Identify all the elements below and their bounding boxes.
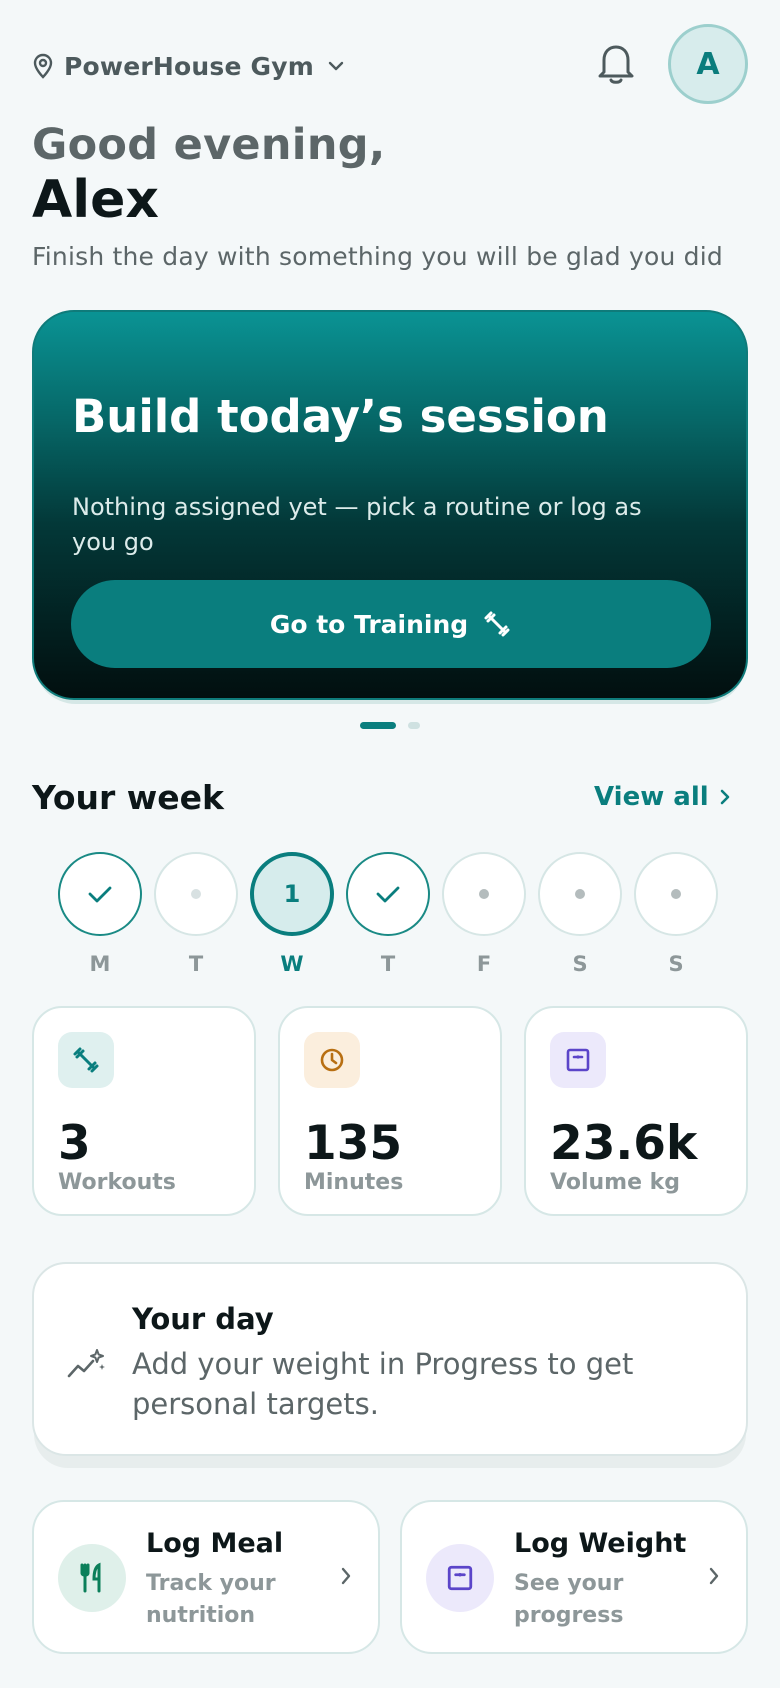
go-to-training-label: Go to Training <box>269 609 469 639</box>
day-label: M <box>89 952 111 976</box>
view-all-link[interactable]: View all <box>594 782 731 812</box>
fork-knife-icon <box>80 1562 101 1593</box>
day-circle[interactable] <box>634 852 718 936</box>
avatar[interactable]: A <box>668 24 748 104</box>
day-label: F <box>476 952 492 976</box>
greeting-subtitle: Finish the day with something you will b… <box>32 242 723 271</box>
day-circle[interactable] <box>538 852 622 936</box>
day-label: T <box>380 952 396 976</box>
gym-name: PowerHouse Gym <box>64 51 314 81</box>
day-circle[interactable] <box>442 852 526 936</box>
your-day-card[interactable]: Your day Add your weight in Progress to … <box>32 1262 748 1456</box>
day-circle[interactable] <box>58 852 142 936</box>
stat-icon-box <box>304 1032 360 1088</box>
hero-card: Build today’s session Nothing assigned y… <box>32 310 748 700</box>
scale-icon <box>447 1565 473 1591</box>
user-name: Alex <box>32 170 159 230</box>
your-day-text: Add your weight in Progress to get perso… <box>132 1347 634 1421</box>
day-friday[interactable]: F <box>442 852 526 976</box>
day-sunday[interactable]: S <box>634 852 718 976</box>
action-title: Log Meal <box>146 1528 284 1559</box>
stat-icon-box <box>58 1032 114 1088</box>
clock-icon <box>320 1048 344 1072</box>
hero-description: Nothing assigned yet — pick a routine or… <box>72 493 642 556</box>
day-label-today: W <box>280 952 304 976</box>
stat-label: Workouts <box>58 1170 176 1195</box>
location-pin-icon <box>33 53 53 79</box>
stat-card-volume[interactable]: 23.6k Volume kg <box>524 1006 748 1216</box>
your-day-title: Your day <box>132 1302 274 1336</box>
check-icon <box>88 886 112 903</box>
day-pip <box>479 889 489 899</box>
chevron-right-icon <box>709 1567 719 1585</box>
day-thursday[interactable]: T <box>346 852 430 976</box>
stat-value: 3 <box>58 1116 91 1171</box>
action-title: Log Weight <box>514 1528 687 1559</box>
day-circle[interactable] <box>346 852 430 936</box>
day-pip <box>191 889 201 899</box>
stat-value: 23.6k <box>550 1116 698 1171</box>
stat-label: Minutes <box>304 1170 404 1195</box>
action-icon-box <box>58 1544 126 1612</box>
log-meal-button[interactable]: Log Meal Track your nutrition <box>32 1500 380 1654</box>
day-label: S <box>572 952 588 976</box>
chevron-right-icon <box>341 1567 351 1585</box>
day-label: T <box>188 952 204 976</box>
action-subtitle: See your progress <box>514 1571 624 1628</box>
check-icon <box>376 886 400 903</box>
week-days: M T 1 W T F S S <box>58 852 718 976</box>
dumbbell-icon <box>73 1047 99 1073</box>
action-icon-box <box>426 1544 494 1612</box>
carousel-indicator[interactable] <box>360 722 420 729</box>
day-wednesday[interactable]: 1 W <box>250 852 334 976</box>
day-circle[interactable] <box>154 852 238 936</box>
notifications-button[interactable] <box>595 40 637 86</box>
chevron-right-icon <box>720 789 729 805</box>
day-circle-today[interactable]: 1 <box>250 852 334 936</box>
gym-selector[interactable]: PowerHouse Gym <box>32 44 344 88</box>
greeting-salutation: Good evening, <box>32 120 386 170</box>
go-to-training-button[interactable]: Go to Training <box>71 580 711 668</box>
carousel-dot[interactable] <box>408 722 420 729</box>
carousel-dot-active[interactable] <box>360 722 396 729</box>
stat-card-minutes[interactable]: 135 Minutes <box>278 1006 502 1216</box>
log-weight-button[interactable]: Log Weight See your progress <box>400 1500 748 1654</box>
day-monday[interactable]: M <box>58 852 142 976</box>
stat-icon-box <box>550 1032 606 1088</box>
week-section-title: Your week <box>32 778 224 817</box>
stat-value: 135 <box>304 1116 403 1171</box>
stat-label: Volume kg <box>550 1170 681 1195</box>
stat-card-workouts[interactable]: 3 Workouts <box>32 1006 256 1216</box>
chevron-down-icon <box>328 61 344 71</box>
hero-title: Build today’s session <box>72 390 609 443</box>
day-pip <box>575 889 585 899</box>
day-pip <box>671 889 681 899</box>
day-saturday[interactable]: S <box>538 852 622 976</box>
sparkle-trend-icon <box>67 1349 105 1378</box>
day-label: S <box>668 952 684 976</box>
dumbbell-icon <box>484 611 510 637</box>
action-subtitle: Track your nutrition <box>146 1571 276 1628</box>
day-tuesday[interactable]: T <box>154 852 238 976</box>
view-all-label: View all <box>594 782 709 812</box>
bell-icon <box>598 45 634 84</box>
scale-icon <box>566 1048 590 1072</box>
